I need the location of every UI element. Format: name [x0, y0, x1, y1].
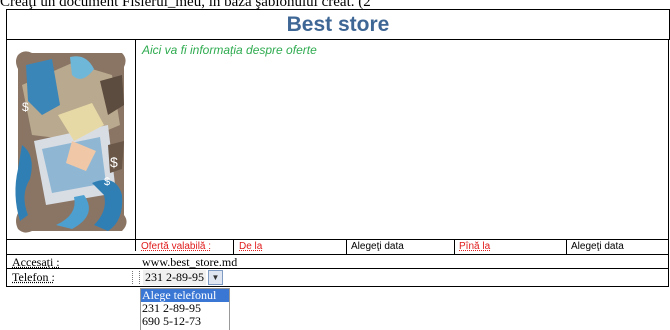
- offer-divider-2: [346, 239, 347, 254]
- content-control-handle[interactable]: [132, 271, 140, 284]
- access-website[interactable]: www.best_store.md: [142, 255, 237, 270]
- clipart-illustration: $ $ $: [12, 45, 130, 237]
- store-title: Best store: [6, 9, 670, 40]
- table-border-left: [6, 39, 7, 287]
- offer-valid-label: Ofertă valabilă :: [141, 241, 212, 252]
- image-column-divider: [135, 39, 136, 251]
- access-row-bottom: [6, 268, 669, 269]
- chevron-down-icon[interactable]: ▼: [208, 270, 223, 285]
- phone-selected-value: 231 2-89-95: [143, 270, 206, 285]
- svg-text:$: $: [22, 100, 29, 114]
- to-label: Pînă la: [459, 241, 491, 252]
- offer-divider-1: [233, 239, 234, 254]
- phone-dropdown[interactable]: 231 2-89-95 ▼: [132, 270, 228, 285]
- svg-text:$: $: [110, 154, 118, 170]
- phone-option[interactable]: 690 5-12-73: [141, 315, 229, 328]
- access-label: Accesaţi :: [12, 255, 60, 269]
- offer-row-bottom: [6, 254, 669, 255]
- offer-row-top: [6, 239, 669, 240]
- phone-label: Telefon :: [12, 270, 55, 284]
- offer-divider-3: [454, 239, 455, 254]
- clipart-image: $ $ $: [12, 45, 130, 237]
- offer-info-text[interactable]: Aici va fi informația despre oferte: [142, 43, 317, 57]
- table-border-right: [668, 39, 669, 287]
- from-date-picker[interactable]: Alegeţi data: [351, 241, 404, 252]
- phone-options-list[interactable]: Alege telefonul 231 2-89-95 690 5-12-73: [140, 288, 230, 330]
- svg-text:$: $: [104, 176, 110, 188]
- offer-divider-4: [566, 239, 567, 254]
- from-label: De la: [239, 241, 263, 252]
- title-divider: [6, 39, 669, 40]
- phone-row-bottom: [6, 286, 669, 287]
- to-date-picker[interactable]: Alegeţi data: [571, 241, 624, 252]
